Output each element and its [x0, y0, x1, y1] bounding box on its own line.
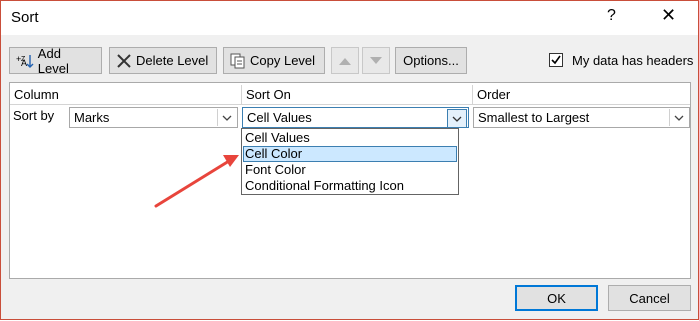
sort-by-label: Sort by — [13, 108, 55, 123]
option-cell-color[interactable]: Cell Color — [243, 146, 457, 162]
ok-button[interactable]: OK — [515, 285, 598, 311]
move-up-button[interactable] — [331, 47, 359, 74]
copy-level-button[interactable]: Copy Level — [223, 47, 325, 74]
help-button[interactable]: ? — [607, 7, 616, 25]
checkmark-icon — [551, 55, 561, 65]
dialog-title: Sort — [11, 9, 39, 26]
chevron-down-icon — [674, 115, 684, 121]
sort-on-header: Sort On — [242, 85, 473, 104]
option-font-color[interactable]: Font Color — [243, 162, 457, 178]
title-bar: Sort ? ✕ — [1, 1, 698, 35]
option-cell-values[interactable]: Cell Values — [243, 130, 457, 146]
sort-on-select-value: Cell Values — [247, 110, 312, 125]
delete-level-label: Delete Level — [136, 53, 209, 68]
delete-x-icon — [117, 53, 131, 68]
column-select-value: Marks — [74, 110, 110, 125]
add-level-icon: + A Z — [16, 54, 34, 68]
delete-level-button[interactable]: Delete Level — [109, 47, 217, 74]
order-header: Order — [477, 87, 511, 102]
copy-icon — [230, 53, 245, 68]
column-dropdown-button[interactable] — [217, 109, 236, 126]
cancel-label: Cancel — [629, 290, 670, 306]
order-select-value: Smallest to Largest — [478, 110, 590, 125]
sort-on-select[interactable]: Cell Values — [242, 107, 469, 128]
triangle-down-icon — [370, 56, 382, 64]
order-select[interactable]: Smallest to Largest — [473, 107, 690, 128]
add-level-label: Add Level — [37, 45, 69, 76]
sort-on-dropdown-list: Cell Values Cell Color Font Color Condit… — [241, 128, 459, 195]
order-dropdown-button[interactable] — [669, 109, 688, 126]
sort-on-dropdown-button[interactable] — [447, 109, 467, 128]
chevron-down-icon — [222, 115, 232, 121]
options-label: Options... — [403, 53, 459, 68]
svg-text:Z: Z — [21, 56, 26, 63]
cancel-button[interactable]: Cancel — [608, 285, 691, 311]
sort-dialog: Sort ? ✕ + A Z Add Level Delete Level Co… — [0, 0, 699, 320]
column-select[interactable]: Marks — [69, 107, 238, 128]
close-button[interactable]: ✕ — [661, 5, 676, 26]
triangle-up-icon — [339, 57, 351, 65]
ok-label: OK — [547, 290, 566, 306]
move-down-button[interactable] — [362, 47, 390, 74]
option-conditional-formatting-icon[interactable]: Conditional Formatting Icon — [243, 178, 457, 194]
chevron-down-icon — [452, 116, 462, 122]
add-level-button[interactable]: + A Z Add Level — [9, 45, 102, 76]
headers-checkbox[interactable] — [549, 53, 563, 67]
copy-level-label: Copy Level — [250, 53, 316, 68]
options-button[interactable]: Options... — [395, 47, 467, 74]
headers-checkbox-label[interactable]: My data has headers — [572, 53, 693, 68]
column-header: Column — [10, 85, 242, 104]
